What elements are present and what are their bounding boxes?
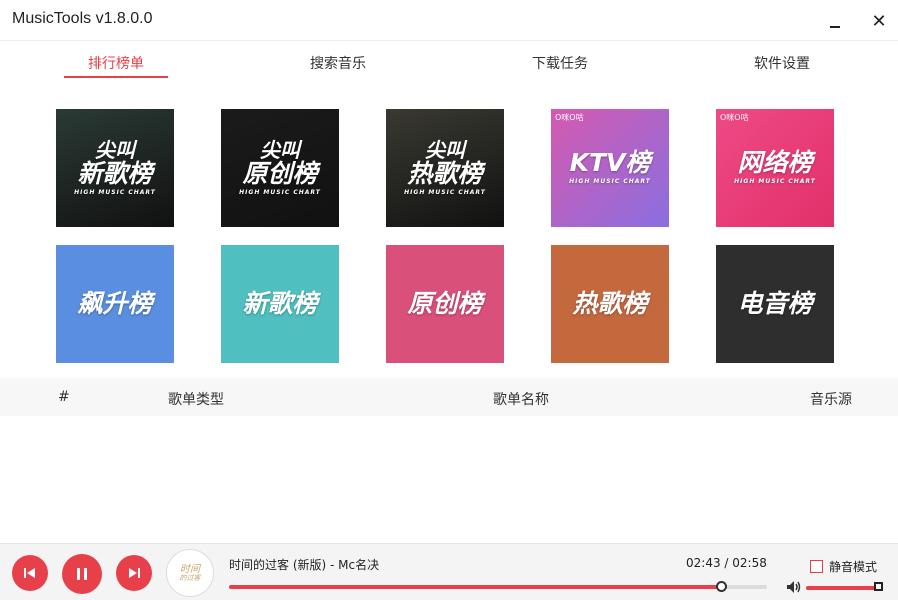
cover-title-line2: 热歌榜: [407, 158, 483, 188]
skip-next-icon: [129, 568, 140, 578]
mute-checkbox[interactable]: [810, 560, 823, 573]
cover-title-line2: 新歌榜: [77, 158, 153, 188]
cover-title-line1: 尖叫: [424, 137, 465, 162]
chart-cover-hot[interactable]: 热歌榜: [551, 245, 669, 363]
cover-title-line1: 尖叫: [94, 137, 135, 162]
cover-title: 电音榜: [737, 288, 813, 318]
player-bar: 时间 的过客 时间的过客 (新版) - Mc名决 02:43 / 02:58 静音…: [0, 543, 898, 600]
minimize-button[interactable]: [822, 8, 848, 34]
pause-icon: [77, 568, 87, 580]
tab-downloads[interactable]: 下载任务: [505, 53, 615, 73]
column-source: 音乐源: [810, 392, 852, 408]
volume-slider[interactable]: [806, 586, 880, 590]
previous-button[interactable]: [12, 555, 48, 591]
cover-subtitle: HIGH MUSIC CHART: [404, 188, 486, 196]
playlist-table-header: # 歌单类型 歌单名称 音乐源: [0, 378, 898, 416]
cover-title: 热歌榜: [572, 288, 648, 318]
chart-cover-original[interactable]: 原创榜: [386, 245, 504, 363]
chart-cover-new-songs-scream[interactable]: 尖叫 新歌榜 HIGH MUSIC CHART: [56, 109, 174, 227]
column-name: 歌单名称: [493, 392, 549, 408]
progress-thumb[interactable]: [716, 581, 728, 592]
cover-subtitle: HIGH MUSIC CHART: [74, 188, 156, 196]
chart-cover-original-scream[interactable]: 尖叫 原创榜 HIGH MUSIC CHART: [221, 109, 339, 227]
title-bar: MusicTools v1.8.0.0 ✕: [0, 0, 898, 41]
playback-time: 02:43 / 02:58: [686, 556, 767, 570]
now-playing-title: 时间的过客 (新版) - Mc名决: [229, 558, 380, 572]
progress-fill: [229, 585, 722, 589]
column-index: #: [58, 389, 70, 405]
playlist-table-body[interactable]: [0, 416, 898, 543]
chart-cover-ktv[interactable]: O咪O咕 KTV榜 HIGH MUSIC CHART: [551, 109, 669, 227]
cover-subtitle: HIGH MUSIC CHART: [239, 188, 321, 196]
tab-charts[interactable]: 排行榜单: [61, 53, 171, 73]
cover-title: 新歌榜: [242, 288, 318, 318]
album-art-text: 时间: [180, 563, 200, 575]
minimize-icon: [830, 26, 840, 28]
app-title: MusicTools v1.8.0.0: [12, 10, 153, 27]
main-tabs: 排行榜单 搜索音乐 下载任务 软件设置: [0, 41, 898, 81]
column-type: 歌单类型: [168, 392, 224, 408]
active-tab-indicator: [64, 76, 168, 78]
next-button[interactable]: [116, 555, 152, 591]
album-art: 时间 的过客: [166, 549, 214, 597]
cover-subtitle: HIGH MUSIC CHART: [569, 178, 651, 186]
mute-label: 静音模式: [829, 560, 878, 574]
chart-cover-network[interactable]: O咪O咕 网络榜 HIGH MUSIC CHART: [716, 109, 834, 227]
cover-title-line1: 尖叫: [259, 137, 300, 162]
chart-cover-electronic[interactable]: 电音榜: [716, 245, 834, 363]
cover-title: 原创榜: [407, 288, 483, 318]
pause-button[interactable]: [62, 554, 102, 594]
chart-cover-new-songs[interactable]: 新歌榜: [221, 245, 339, 363]
volume-thumb[interactable]: [874, 582, 883, 591]
album-art-text: 的过客: [179, 573, 201, 582]
cover-title: KTV榜: [569, 148, 651, 178]
cover-title: 网络榜: [737, 148, 813, 178]
cover-subtitle: HIGH MUSIC CHART: [734, 178, 816, 186]
tab-search[interactable]: 搜索音乐: [283, 53, 393, 73]
tab-settings[interactable]: 软件设置: [727, 53, 837, 73]
volume-icon[interactable]: [785, 579, 801, 595]
chart-cover-rising[interactable]: 飙升榜: [56, 245, 174, 363]
mute-toggle[interactable]: 静音模式: [810, 558, 877, 575]
chart-cover-hot-scream[interactable]: 尖叫 热歌榜 HIGH MUSIC CHART: [386, 109, 504, 227]
cover-title: 飙升榜: [77, 288, 153, 318]
skip-previous-icon: [24, 568, 35, 578]
close-icon: ✕: [871, 10, 887, 32]
cover-title-line2: 原创榜: [242, 158, 318, 188]
brand-logo: O咪O咕: [555, 113, 584, 122]
brand-logo: O咪O咕: [720, 113, 749, 122]
close-button[interactable]: ✕: [866, 8, 892, 34]
progress-bar[interactable]: [229, 581, 767, 592]
